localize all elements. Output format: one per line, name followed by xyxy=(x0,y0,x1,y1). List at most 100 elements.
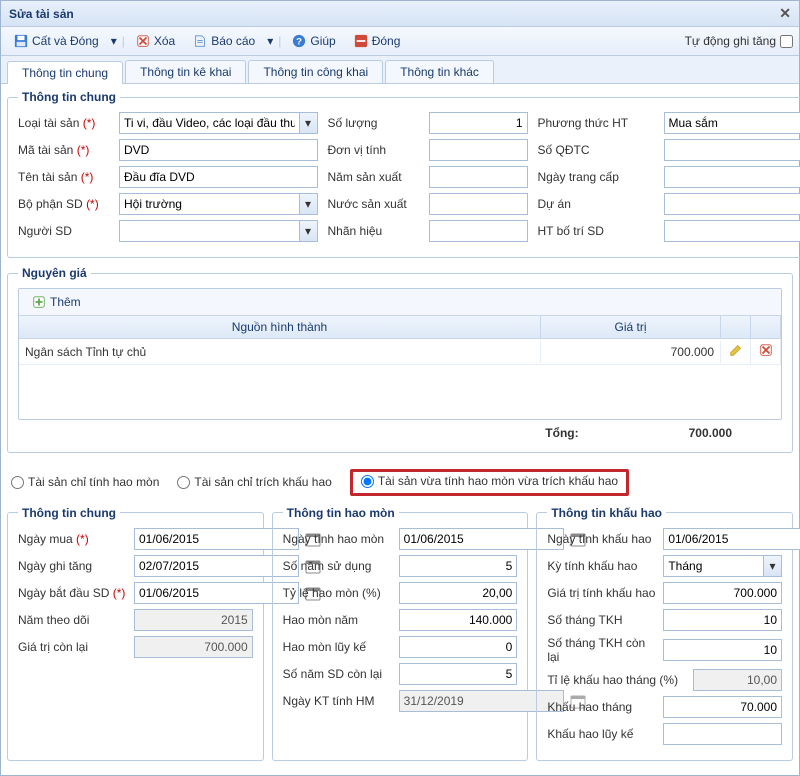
brand-label: Nhãn hiệu xyxy=(328,224,423,238)
hm-section: Thông tin hao mòn Ngày tính hao mòn Số n… xyxy=(272,506,529,761)
user-input[interactable] xyxy=(120,221,299,241)
project-label: Dự án xyxy=(538,197,658,211)
qty-label: Số lượng xyxy=(328,116,423,130)
radio-hao-mon-only[interactable]: Tài sản chỉ tính hao mòn xyxy=(11,475,159,489)
hm-acc-input[interactable] xyxy=(399,636,518,658)
dept-combo[interactable]: ▾ xyxy=(119,193,318,215)
hm-years-input[interactable] xyxy=(399,555,518,577)
kh-period-input[interactable] xyxy=(664,556,763,576)
track-year-input xyxy=(134,609,253,631)
ttc-legend: Thông tin chung xyxy=(18,506,120,520)
tab-general[interactable]: Thông tin chung xyxy=(7,61,123,84)
asset-type-label: Loại tài sản (*) xyxy=(18,116,113,130)
remain-label: Giá trị còn lại xyxy=(18,640,128,654)
asset-name-label: Tên tài sản (*) xyxy=(18,170,113,184)
method-combo[interactable]: ▾ xyxy=(664,112,800,134)
layout-label: HT bố trí SD xyxy=(538,224,658,238)
tab-declare[interactable]: Thông tin kê khai xyxy=(125,60,246,83)
dept-caret[interactable]: ▾ xyxy=(299,194,317,214)
hm-rate-input[interactable] xyxy=(399,582,518,604)
inc-date-label: Ngày ghi tăng xyxy=(18,559,128,573)
kh-period-label: Kỳ tính khấu hao xyxy=(547,559,657,573)
general-section: Thông tin chung Loại tài sản (*) ▾ Mã tà… xyxy=(7,90,800,258)
asset-type-caret[interactable]: ▾ xyxy=(299,113,317,133)
tab-public[interactable]: Thông tin công khai xyxy=(248,60,383,83)
row-edit-button[interactable] xyxy=(721,339,751,364)
kh-acc-input[interactable] xyxy=(663,723,782,745)
mfg-year-label: Năm sản xuất xyxy=(328,170,423,184)
track-year-label: Năm theo dõi xyxy=(18,613,128,627)
user-caret[interactable]: ▾ xyxy=(299,221,317,241)
method-label: Phương thức HT xyxy=(538,116,658,130)
kh-legend: Thông tin khấu hao xyxy=(547,506,666,520)
kh-date-input[interactable] xyxy=(663,528,800,550)
qty-input[interactable] xyxy=(429,112,528,134)
country-input[interactable] xyxy=(429,193,528,215)
col-value-header: Giá trị xyxy=(541,316,721,338)
decision-input[interactable] xyxy=(664,139,800,161)
add-icon xyxy=(32,295,46,309)
kh-period-combo[interactable]: ▾ xyxy=(663,555,782,577)
grid-add-button[interactable]: Thêm xyxy=(25,292,88,312)
help-button[interactable]: ? Giúp xyxy=(285,31,342,51)
kh-month-amt-label: Khấu hao tháng xyxy=(547,700,657,714)
table-row[interactable]: Ngân sách Tỉnh tự chủ 700.000 xyxy=(19,339,781,365)
asset-code-input[interactable] xyxy=(119,139,318,161)
kh-period-caret[interactable]: ▾ xyxy=(763,556,781,576)
equip-date-input[interactable] xyxy=(664,166,800,188)
project-input[interactable] xyxy=(665,194,800,214)
asset-type-input[interactable] xyxy=(120,113,299,133)
brand-input[interactable] xyxy=(429,220,528,242)
remain-input xyxy=(134,636,253,658)
asset-type-combo[interactable]: ▾ xyxy=(119,112,318,134)
method-input[interactable] xyxy=(665,113,800,133)
save-close-button[interactable]: Cất và Đóng xyxy=(7,31,106,51)
layout-input[interactable] xyxy=(665,221,800,241)
window-close-button[interactable]: ✕ xyxy=(779,5,791,22)
delete-button[interactable]: Xóa xyxy=(129,31,182,51)
layout-combo[interactable]: ▾ xyxy=(664,220,800,242)
kh-section: Thông tin khấu hao Ngày tính khấu hao Kỳ… xyxy=(536,506,793,761)
depreciation-mode-radios: Tài sản chỉ tính hao mòn Tài sản chỉ trí… xyxy=(7,461,793,506)
close-button[interactable]: Đóng xyxy=(347,31,408,51)
kh-rate-input xyxy=(693,669,782,691)
edit-icon xyxy=(729,343,743,357)
auto-inc-checkbox[interactable] xyxy=(780,35,793,48)
kh-months-left-input[interactable] xyxy=(663,639,782,661)
unit-input[interactable] xyxy=(429,139,528,161)
kh-month-amt-input[interactable] xyxy=(663,696,782,718)
hm-acc-label: Hao mòn lũy kế xyxy=(283,640,393,654)
hm-date-label: Ngày tính hao mòn xyxy=(283,532,393,546)
kh-months-input[interactable] xyxy=(663,609,782,631)
radio-both[interactable]: Tài sản vừa tính hao mòn vừa trích khấu … xyxy=(361,474,618,488)
user-label: Người SD xyxy=(18,224,113,238)
radio-khau-hao-only[interactable]: Tài sản chỉ trích khấu hao xyxy=(177,475,331,489)
cost-row-value: 700.000 xyxy=(541,341,721,363)
kh-rate-label: Tỉ lệ khấu hao tháng (%) xyxy=(547,673,687,687)
kh-date-label: Ngày tính khấu hao xyxy=(547,532,657,546)
tab-strip: Thông tin chung Thông tin kê khai Thông … xyxy=(1,56,799,84)
report-button[interactable]: Báo cáo xyxy=(186,31,262,51)
hm-rate-label: Tỷ lệ hao mòn (%) xyxy=(283,586,393,600)
row-delete-icon xyxy=(759,343,773,357)
mfg-year-input[interactable] xyxy=(429,166,528,188)
save-close-label: Cất và Đóng xyxy=(32,34,99,48)
tab-other[interactable]: Thông tin khác xyxy=(385,60,494,83)
hm-year-amt-input[interactable] xyxy=(399,609,518,631)
row-delete-button[interactable] xyxy=(751,339,781,364)
help-icon: ? xyxy=(292,34,306,48)
hm-years-label: Số năm sử dụng xyxy=(283,559,393,573)
dept-input[interactable] xyxy=(120,194,299,214)
start-date-label: Ngày bắt đầu SD (*) xyxy=(18,586,128,600)
project-combo[interactable]: ▾ xyxy=(664,193,800,215)
radio-highlight-box: Tài sản vừa tính hao mòn vừa trích khấu … xyxy=(350,469,629,496)
hm-years-left-input[interactable] xyxy=(399,663,518,685)
user-combo[interactable]: ▾ xyxy=(119,220,318,242)
country-label: Nước sản xuất xyxy=(328,197,423,211)
col-source-header: Nguồn hình thành xyxy=(19,316,541,338)
kh-basis-input[interactable] xyxy=(663,582,782,604)
save-dropdown-caret[interactable]: ▾ xyxy=(110,36,118,46)
report-dropdown-caret[interactable]: ▾ xyxy=(266,36,274,46)
delete-label: Xóa xyxy=(154,34,175,48)
asset-name-input[interactable] xyxy=(119,166,318,188)
